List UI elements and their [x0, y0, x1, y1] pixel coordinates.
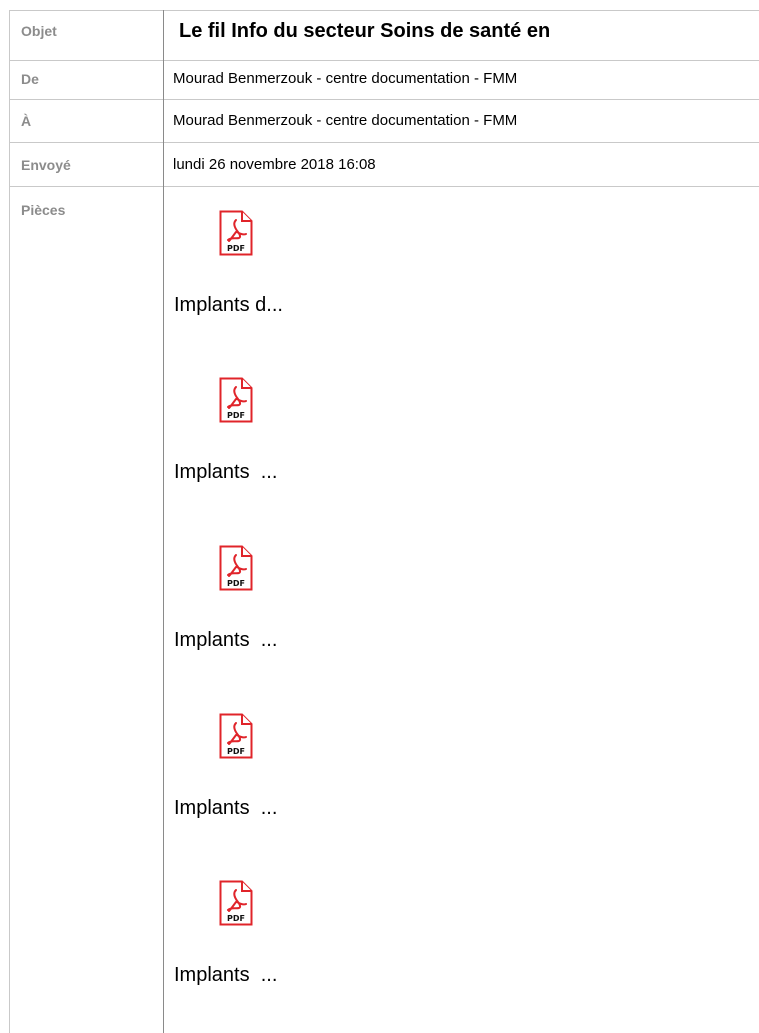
svg-text:PDF: PDF	[227, 244, 245, 253]
svg-text:PDF: PDF	[227, 411, 245, 420]
pdf-icon[interactable]: PDF	[219, 880, 253, 926]
attachment-name[interactable]: Implants ...	[174, 629, 277, 652]
from-label: De	[21, 71, 39, 87]
sent-row: Envoyé lundi 26 novembre 2018 16:08	[9, 143, 759, 187]
pdf-icon[interactable]: PDF	[219, 210, 253, 256]
attachment-name[interactable]: Implants ...	[174, 461, 277, 484]
to-row: À Mourad Benmerzouk - centre documentati…	[9, 100, 759, 143]
subject-row: Objet Le fil Info du secteur Soins de sa…	[9, 10, 759, 61]
email-header-table: Objet Le fil Info du secteur Soins de sa…	[9, 10, 759, 1033]
from-value[interactable]: Mourad Benmerzouk - centre documentation…	[173, 70, 517, 87]
attachment-name[interactable]: Implants d...	[174, 294, 283, 317]
svg-text:PDF: PDF	[227, 747, 245, 756]
to-label: À	[21, 113, 32, 129]
attachment-name[interactable]: Implants ...	[174, 797, 277, 820]
sent-value: lundi 26 novembre 2018 16:08	[173, 156, 376, 173]
to-value[interactable]: Mourad Benmerzouk - centre documentation…	[173, 112, 517, 129]
attachments-label: Pièces	[21, 202, 66, 218]
sent-label: Envoyé	[21, 157, 71, 173]
column-divider	[163, 10, 164, 1033]
subject-label: Objet	[21, 23, 57, 39]
pdf-icon[interactable]: PDF	[219, 377, 253, 423]
subject-value: Le fil Info du secteur Soins de santé en	[179, 20, 551, 42]
pdf-icon[interactable]: PDF	[219, 545, 253, 591]
svg-text:PDF: PDF	[227, 914, 245, 923]
pdf-icon[interactable]: PDF	[219, 713, 253, 759]
svg-text:PDF: PDF	[227, 579, 245, 588]
attachment-name[interactable]: Implants ...	[174, 964, 277, 987]
from-row: De Mourad Benmerzouk - centre documentat…	[9, 60, 759, 100]
